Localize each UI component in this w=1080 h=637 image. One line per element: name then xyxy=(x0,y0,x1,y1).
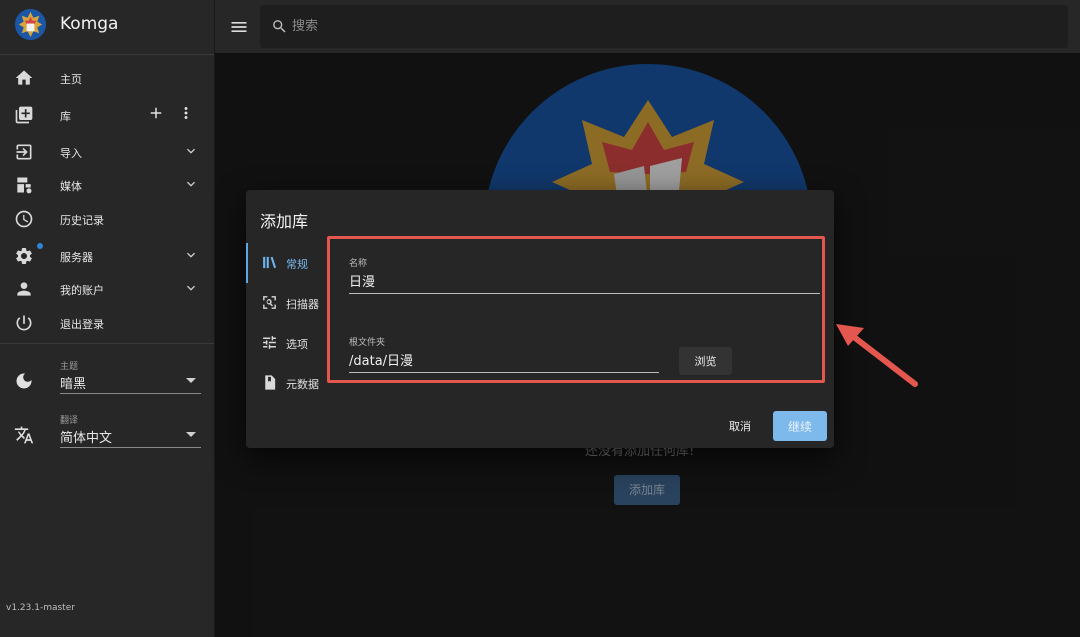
moon-icon xyxy=(14,371,34,391)
gear-icon xyxy=(14,246,34,266)
app-name: Komga xyxy=(60,14,119,34)
tab-general[interactable]: 常规 xyxy=(246,243,326,283)
tune-icon xyxy=(261,334,278,351)
active-tab-indicator xyxy=(246,243,248,283)
sidebar-item-label: 历史记录 xyxy=(60,214,104,227)
continue-button[interactable]: 继续 xyxy=(773,411,827,441)
tab-label: 扫描器 xyxy=(286,298,319,311)
language-caption: 翻译 xyxy=(60,416,79,426)
power-icon xyxy=(14,313,34,333)
import-icon xyxy=(14,142,34,162)
sidebar-item-label: 我的账户 xyxy=(60,284,104,297)
tab-label: 选项 xyxy=(286,338,308,351)
version-label: v1.23.1-master xyxy=(6,603,75,613)
tab-label: 常规 xyxy=(286,258,308,271)
annotation-arrow xyxy=(836,324,918,387)
tab-metadata[interactable]: 元数据 xyxy=(246,363,326,403)
language-select[interactable]: 翻译 简体中文 xyxy=(0,413,214,458)
annotation-highlight-box xyxy=(327,236,825,383)
search-box[interactable] xyxy=(260,5,1068,48)
sidebar-item-history[interactable]: 历史记录 xyxy=(0,202,214,236)
tab-options[interactable]: 选项 xyxy=(246,323,326,363)
sidebar-divider xyxy=(0,343,214,344)
sidebar-item-label: 服务器 xyxy=(60,251,93,264)
scan-icon xyxy=(261,294,278,311)
sidebar-item-home[interactable]: 主页 xyxy=(0,61,214,95)
tab-label: 元数据 xyxy=(286,378,319,391)
metadata-icon xyxy=(261,374,278,391)
add-library-icon[interactable] xyxy=(147,104,165,122)
more-vert-icon[interactable] xyxy=(177,104,195,122)
chevron-down-icon[interactable] xyxy=(183,280,199,296)
sidebar-item-label: 库 xyxy=(60,110,71,123)
top-app-bar xyxy=(215,0,1080,53)
sidebar-item-logout[interactable]: 退出登录 xyxy=(0,306,214,340)
history-icon xyxy=(14,209,34,229)
account-icon xyxy=(14,279,34,299)
cancel-button[interactable]: 取消 xyxy=(719,412,761,440)
chevron-down-icon[interactable] xyxy=(183,143,199,159)
notification-dot xyxy=(37,243,43,249)
chevron-down-icon[interactable] xyxy=(183,247,199,263)
theme-value: 暗黑 xyxy=(60,377,87,392)
language-underline xyxy=(60,447,201,448)
caret-down-icon xyxy=(186,432,196,437)
books-icon xyxy=(261,254,278,271)
sidebar-item-libraries[interactable]: 库 xyxy=(0,98,214,132)
sidebar-item-label: 退出登录 xyxy=(60,318,104,331)
sidebar-item-account[interactable]: 我的账户 xyxy=(0,272,214,306)
library-books-icon xyxy=(14,105,34,125)
sidebar: Komga 主页 库 导入 媒体 历史记录 服务器 我的账户 退出登录 主题 暗… xyxy=(0,0,215,637)
sidebar-item-label: 媒体 xyxy=(60,180,82,193)
home-icon xyxy=(14,68,34,88)
caret-down-icon xyxy=(186,378,196,383)
search-input[interactable] xyxy=(292,15,992,37)
komga-logo-icon xyxy=(14,8,47,41)
sidebar-item-import[interactable]: 导入 xyxy=(0,135,214,169)
search-icon xyxy=(271,18,288,35)
brand[interactable]: Komga xyxy=(0,0,214,55)
sidebar-item-server[interactable]: 服务器 xyxy=(0,239,214,273)
sidebar-item-label: 导入 xyxy=(60,147,82,160)
sidebar-item-media[interactable]: 媒体 xyxy=(0,168,214,202)
media-icon xyxy=(14,175,34,195)
theme-caption: 主题 xyxy=(60,362,79,372)
theme-select[interactable]: 主题 暗黑 xyxy=(0,359,214,404)
translate-icon xyxy=(14,425,34,445)
tab-scanner[interactable]: 扫描器 xyxy=(246,283,326,323)
menu-icon[interactable] xyxy=(229,17,249,37)
language-value: 简体中文 xyxy=(60,431,113,446)
sidebar-item-label: 主页 xyxy=(60,73,82,86)
theme-underline xyxy=(60,393,201,394)
dialog-title: 添加库 xyxy=(260,212,309,231)
chevron-down-icon[interactable] xyxy=(183,176,199,192)
